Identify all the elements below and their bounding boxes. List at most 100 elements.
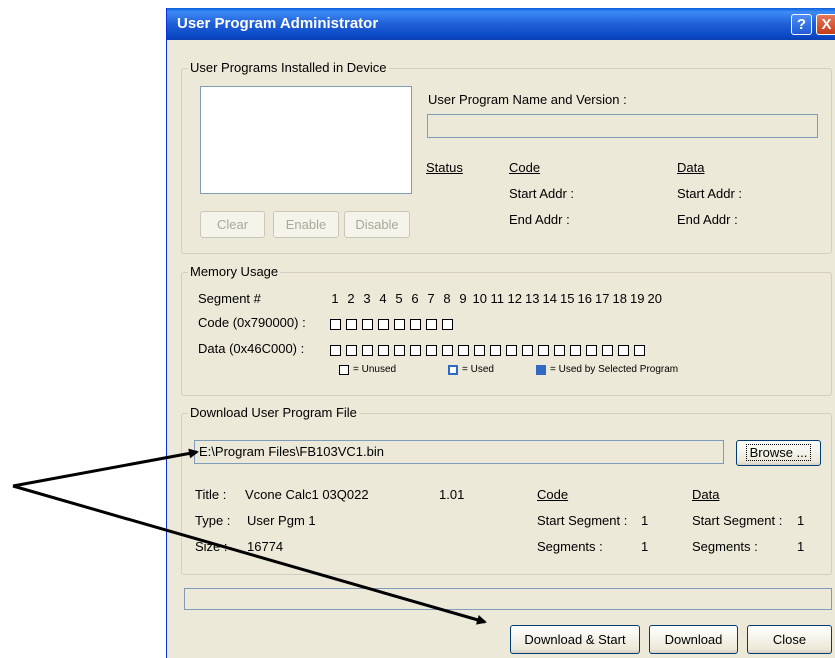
browse-label: Browse ... [745,444,812,461]
segment-number: 14 [542,291,557,306]
memory-segment-box [330,319,341,330]
segment-number: 17 [595,291,610,306]
segment-number: 16 [577,291,592,306]
download-code-header: Code [537,487,569,502]
segment-number: 5 [395,291,403,306]
memory-segment-box [442,319,453,330]
memory-segment-box [346,319,357,330]
data-segments-value: 1 [797,539,805,554]
help-icon[interactable]: ? [791,14,812,35]
unused-swatch [339,364,349,375]
data-start-addr-label: Start Addr : [677,186,743,201]
memory-segment-box [330,345,341,356]
memory-segment-box [618,345,629,356]
size-value: 16774 [247,539,284,554]
code-segment-row [330,319,453,330]
memory-segment-box [394,345,405,356]
data-end-addr-label: End Addr : [677,212,738,227]
memory-segment-box [394,319,405,330]
progress-bar [184,588,832,610]
code-memory-label: Code (0x790000) : [198,315,306,330]
memory-segment-box [522,345,533,356]
data-segment-row [330,345,645,356]
memory-segment-box [458,345,469,356]
memory-segment-box [378,345,389,356]
segment-number: 10 [472,291,487,306]
memory-segment-box [378,319,389,330]
title-bar[interactable]: User Program Administrator ? X [167,8,835,40]
close-button[interactable]: Close [747,625,832,654]
download-button[interactable]: Download [649,625,738,654]
data-memory-label: Data (0x46C000) : [198,341,305,356]
segment-number: 4 [379,291,387,306]
memory-segment-box [410,319,421,330]
code-segments-value: 1 [641,539,649,554]
memory-segment-box [474,345,485,356]
disable-button[interactable]: Disable [344,211,410,238]
segment-number: 7 [427,291,435,306]
user-program-administrator-dialog: User Program Administrator ? X User Prog… [166,8,835,658]
memory-segment-box [554,345,565,356]
code-start-segment-label: Start Segment : [537,513,628,528]
memory-segment-box [506,345,517,356]
unused-key: = Unused [339,364,396,375]
memory-usage-legend: Memory Usage [188,264,281,279]
installed-code-header: Code [509,160,541,175]
download-data-header: Data [692,487,720,502]
memory-segment-box [538,345,549,356]
data-start-segment-label: Start Segment : [692,513,783,528]
segment-number: 19 [630,291,645,306]
memory-segment-box [490,345,501,356]
memory-segment-box [362,319,373,330]
file-path-value: E:\Program Files\FB103VC1.bin [199,444,384,459]
memory-segment-box [346,345,357,356]
selected-swatch [536,364,546,375]
type-label: Type : [195,513,231,528]
segment-number: 11 [490,291,505,306]
code-segments-label: Segments : [537,539,603,554]
program-name-field [427,114,818,138]
enable-button[interactable]: Enable [273,211,339,238]
installed-programs-list[interactable] [200,86,412,194]
code-start-addr-label: Start Addr : [509,186,575,201]
memory-segment-box [570,345,581,356]
segment-number: 6 [411,291,419,306]
status-header: Status [426,160,463,175]
selected-key-label: = Used by Selected Program [550,364,679,375]
browse-button[interactable]: Browse ... [736,440,821,466]
memory-segment-box [410,345,421,356]
segment-number-label: Segment # [198,291,261,306]
code-end-addr-label: End Addr : [509,212,570,227]
data-start-segment-value: 1 [797,513,805,528]
program-name-label: User Program Name and Version : [428,92,627,107]
memory-segment-box [426,319,437,330]
segment-number: 2 [347,291,355,306]
close-icon[interactable]: X [816,14,835,35]
download-and-start-button[interactable]: Download & Start [510,625,640,654]
clear-button[interactable]: Clear [200,211,265,238]
installed-programs-legend: User Programs Installed in Device [188,60,389,75]
segment-number: 20 [647,291,662,306]
selected-key: = Used by Selected Program [536,364,678,375]
segment-number: 12 [507,291,522,306]
segment-number: 1 [331,291,339,306]
unused-key-label: = Unused [353,364,397,375]
window-title: User Program Administrator [177,15,379,32]
memory-segment-box [634,345,645,356]
title-label: Title : [195,487,227,502]
code-start-segment-value: 1 [641,513,649,528]
version-value: 1.01 [439,487,465,502]
segment-numbers: 1 2 3 4 5 6 7 8 9 10 11 12 13 14 15 16 17 18 19 20 [327,291,664,306]
file-path-field[interactable]: E:\Program Files\FB103VC1.bin [194,440,724,464]
memory-segment-box [426,345,437,356]
segment-number: 15 [560,291,575,306]
download-legend: Download User Program File [188,405,359,420]
data-segments-label: Segments : [692,539,758,554]
installed-data-header: Data [677,160,705,175]
used-key: = Used [448,364,494,375]
memory-segment-box [586,345,597,356]
size-label: Size : [195,539,228,554]
segment-number: 3 [363,291,371,306]
segment-number: 8 [443,291,451,306]
used-key-label: = Used [462,364,494,375]
